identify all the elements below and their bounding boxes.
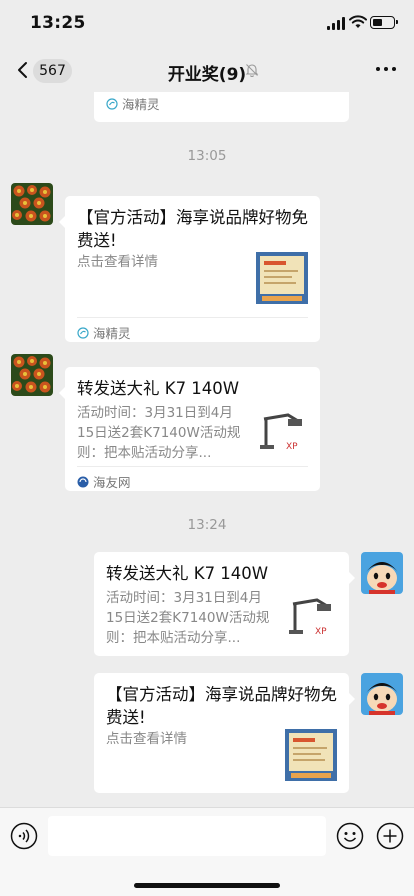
card-source: 海友网 — [77, 472, 131, 491]
card-thumbnail — [285, 729, 337, 781]
signal-icon — [327, 17, 345, 30]
bubble-tail — [349, 693, 355, 705]
home-indicator — [134, 883, 280, 888]
battery-icon — [370, 16, 398, 29]
chat-title: 开业奖(9) — [167, 65, 247, 85]
card-source: 海精灵 — [77, 323, 131, 342]
card-source: 海精灵 — [106, 94, 160, 113]
message-card[interactable]: 转发送大礼 K7 140W 活动时间：3月31日到4月15日送2套K7140W活… — [94, 552, 355, 656]
input-bar — [0, 807, 414, 896]
status-time: 13:25 — [30, 13, 86, 33]
mini-program-icon — [77, 326, 89, 339]
card-title: 转发送大礼 K7 140W — [106, 564, 269, 583]
card-description: 活动时间：3月31日到4月15日送2套K7140W活动规则：把本贴活动分享... — [77, 405, 241, 461]
plus-icon[interactable] — [376, 822, 404, 850]
timestamp: 13:24 — [187, 517, 227, 533]
source-site-icon — [77, 476, 89, 487]
avatar-sender[interactable] — [11, 354, 53, 396]
bubble-tail — [349, 572, 355, 584]
timestamp: 13:05 — [187, 148, 227, 164]
card-thumbnail — [256, 252, 308, 304]
avatar-self[interactable] — [361, 552, 403, 594]
card-title: 转发送大礼 K7 140W — [77, 379, 240, 398]
message-input[interactable] — [48, 816, 326, 856]
more-dots-icon[interactable] — [376, 67, 396, 72]
message-card[interactable]: 【官方活动】海享说品牌好物免费送! 点击查看详情 海精灵 — [59, 196, 320, 342]
card-description: 点击查看详情 — [77, 254, 158, 270]
mute-bell-icon — [245, 64, 259, 77]
status-bar: 13:25 — [0, 0, 414, 48]
card-thumbnail: XP — [287, 590, 339, 642]
avatar-self[interactable] — [361, 673, 403, 715]
card-thumbnail: XP — [258, 405, 310, 457]
svg-text:XP: XP — [286, 442, 298, 452]
chat-area[interactable]: 海精灵 13:05 【官方活动】海享说品牌好物免费送! 点击查看详情 海精灵 转… — [0, 92, 414, 807]
bubble-tail — [59, 216, 65, 228]
avatar-sender[interactable] — [11, 183, 53, 225]
voice-icon[interactable] — [10, 822, 38, 850]
message-card[interactable]: 转发送大礼 K7 140W 活动时间：3月31日到4月15日送2套K7140W活… — [59, 367, 320, 491]
emoji-icon[interactable] — [336, 822, 364, 850]
svg-text:XP: XP — [315, 627, 327, 637]
card-title: 【官方活动】海享说品牌好物免费送! — [106, 685, 337, 727]
bubble-tail — [59, 387, 65, 399]
mini-program-icon — [106, 97, 118, 110]
card-divider — [77, 317, 308, 318]
card-description: 点击查看详情 — [106, 731, 187, 747]
message-card[interactable]: 【官方活动】海享说品牌好物免费送! 点击查看详情 — [94, 673, 355, 793]
card-description: 活动时间：3月31日到4月15日送2套K7140W活动规则：把本贴活动分享... — [106, 590, 270, 646]
message-card[interactable]: 海精灵 — [94, 92, 349, 122]
card-title: 【官方活动】海享说品牌好物免费送! — [77, 208, 308, 250]
wifi-icon — [349, 15, 367, 28]
card-divider — [77, 466, 308, 467]
